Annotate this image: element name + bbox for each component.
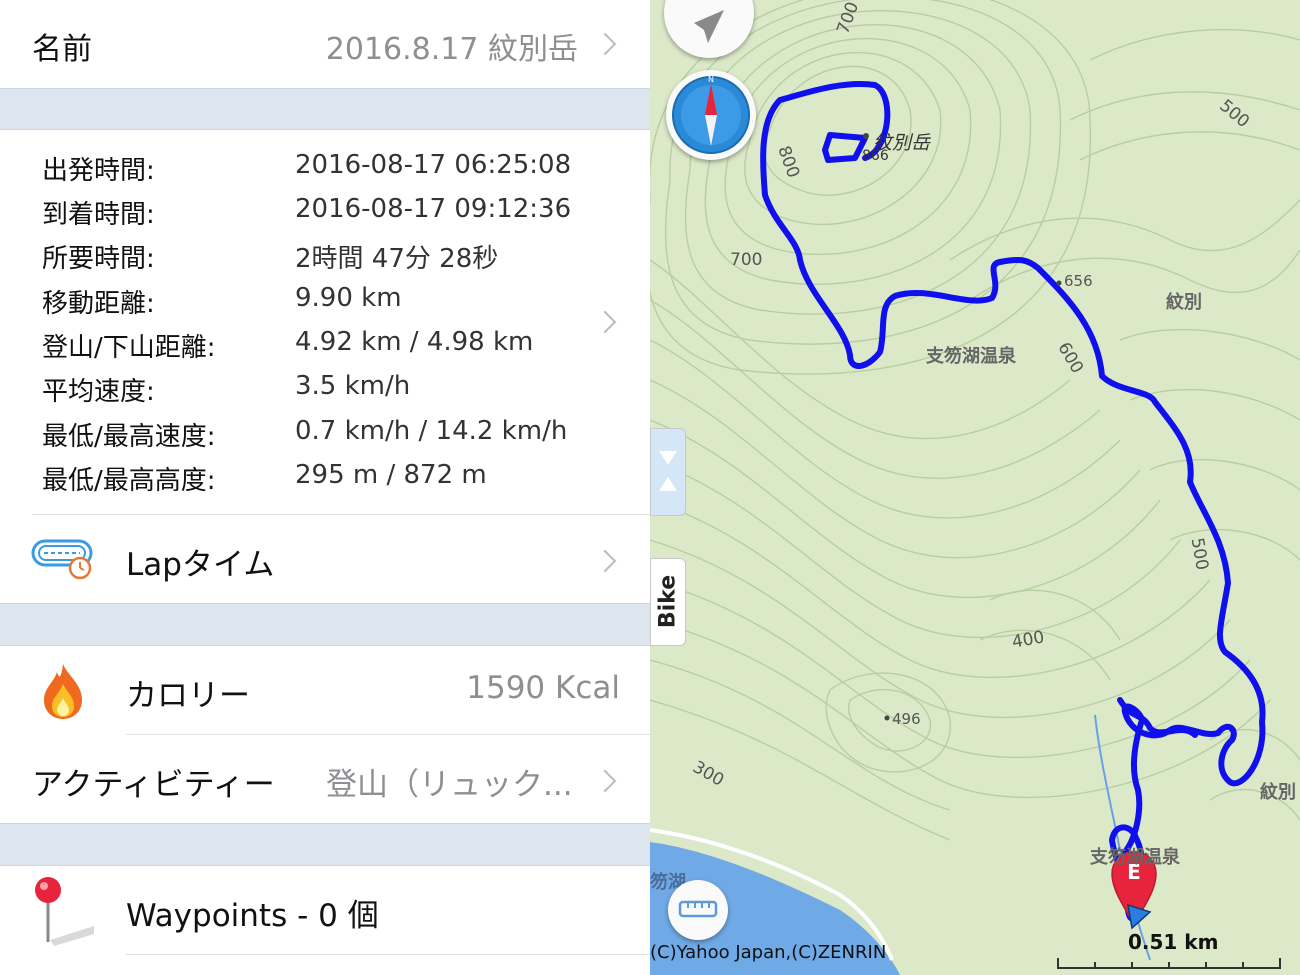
stat-value-avg-speed: 3.5 km/h [295,371,411,401]
location-arrow-icon [694,10,724,43]
section-separator [0,603,650,646]
stat-label-speed-range: 最低/最高速度: [42,422,216,452]
name-value: 2016.8.17 紋別岳 [325,32,578,67]
stat-label-distance: 移動距離: [42,289,155,319]
flame-icon [38,662,88,720]
lap-time-label: Lapタイム [126,547,275,583]
chevron-right-icon [593,32,617,56]
stat-value-start: 2016-08-17 06:25:08 [295,150,572,180]
divider [126,954,650,955]
compass-icon: N [672,75,750,154]
lap-icon [30,537,96,581]
stat-label-start: 出発時間: [42,156,155,186]
chevron-right-icon [593,310,617,334]
activity-label: アクティビティー [32,767,275,803]
map-credit: (C)Yahoo Japan,(C)ZENRIN [650,942,887,963]
map-pin-icon [30,874,100,950]
panel-toggle-tab[interactable] [650,428,686,516]
waypoints-row[interactable]: Waypoints - 0 個 [0,866,650,954]
calories-label: カロリー [126,678,250,714]
current-location-button[interactable] [664,0,754,58]
stat-value-distance: 9.90 km [295,283,402,313]
compass-button[interactable]: N [666,70,756,160]
map-label-pt656: 656 [1064,272,1093,290]
activity-value: 登山（リュック... [326,767,573,803]
record-detail-panel: 名前 2016.8.17 紋別岳 出発時間: 2016-08-17 06:25:… [0,0,650,975]
map-label-contour-700b: 700 [730,250,763,270]
peak-point [863,133,869,139]
elevation-point [884,715,890,721]
map-label-monbetsu: 紋別 [1166,292,1202,313]
map-view[interactable]: E 紋別岳 866 700 800 700 500 656 紋別 支笏湖温泉 6… [650,0,1300,975]
stat-label-climb-descent: 登山/下山距離: [42,333,216,363]
expand-collapse-icon [659,451,677,491]
chevron-right-icon [593,549,617,573]
chevron-right-icon [593,769,617,793]
lap-time-row[interactable]: Lapタイム [0,515,650,603]
map-label-pt496: 496 [892,710,921,728]
stat-label-altitude-range: 最低/最高高度: [42,466,216,496]
scale-label: 0.51 km [1128,930,1219,954]
activity-mode-tab[interactable]: Bike [650,558,686,646]
stats-block[interactable]: 出発時間: 2016-08-17 06:25:08 到着時間: 2016-08-… [0,130,650,515]
measure-button[interactable] [668,880,728,940]
map-label-monbetsu-2: 紋別 [1260,782,1296,803]
waypoints-label: Waypoints - 0 個 [126,898,379,934]
elevation-point [1056,280,1062,286]
ruler-icon [678,900,718,918]
calories-row[interactable]: カロリー 1590 Kcal [0,646,650,734]
calories-value: 1590 Kcal [466,670,620,706]
stat-label-duration: 所要時間: [42,244,155,274]
map-label-onsen-2: 支笏湖温泉 [1090,847,1180,868]
stat-value-speed-range: 0.7 km/h / 14.2 km/h [295,416,568,446]
stat-value-altitude-range: 295 m / 872 m [295,460,487,490]
name-row[interactable]: 名前 2016.8.17 紋別岳 [0,0,650,88]
stat-value-duration: 2時間 47分 28秒 [295,244,499,274]
svg-text:N: N [708,75,714,84]
name-label: 名前 [32,32,92,67]
activity-row[interactable]: アクティビティー 登山（リュック... [0,735,650,823]
mode-tab-label: Bike [655,574,681,629]
stat-value-arrival: 2016-08-17 09:12:36 [295,194,572,224]
map-label-onsen: 支笏湖温泉 [926,346,1016,367]
section-separator [0,88,650,130]
stat-value-climb-descent: 4.92 km / 4.98 km [295,327,534,357]
stat-label-avg-speed: 平均速度: [42,377,155,407]
map-label-peak-elev: 866 [862,148,889,164]
section-separator [0,823,650,866]
stat-label-arrival: 到着時間: [42,200,155,230]
